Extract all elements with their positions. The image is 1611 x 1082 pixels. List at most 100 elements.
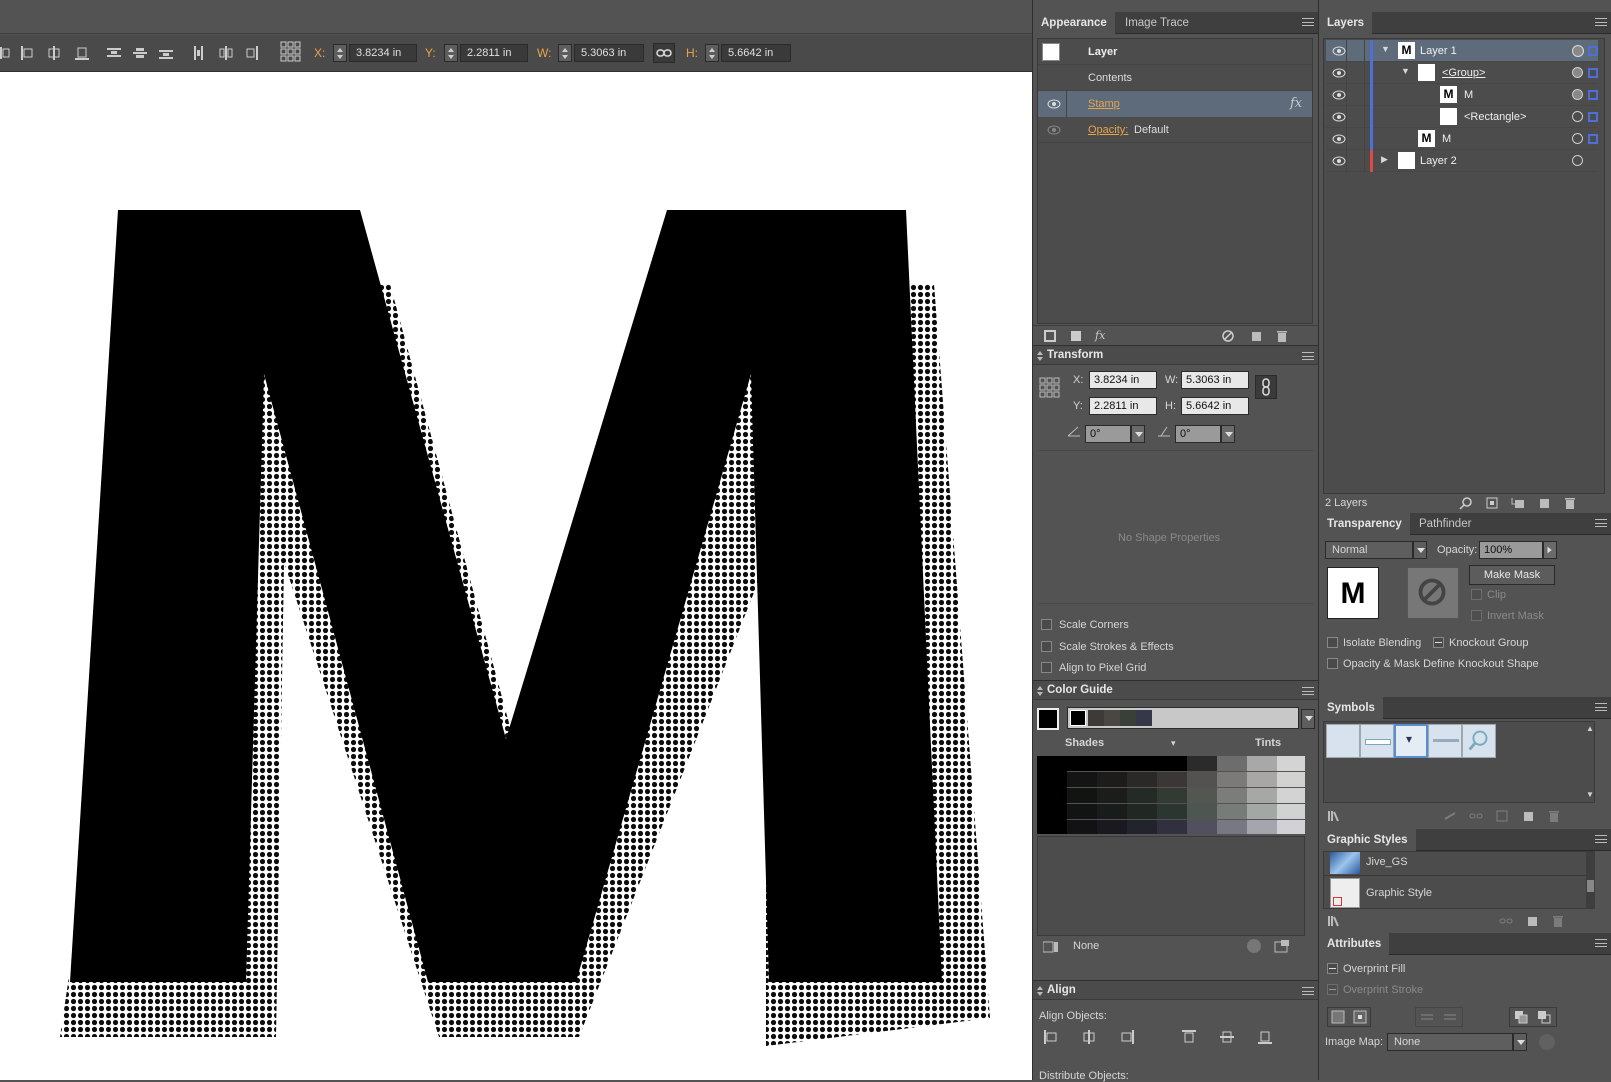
blend-mode-dropdown-arrow[interactable]: [1413, 541, 1427, 559]
symbol-thumb[interactable]: [1428, 724, 1462, 758]
visibility-eye-icon[interactable]: [1332, 112, 1346, 122]
place-symbol-icon[interactable]: [1443, 809, 1457, 823]
graphic-styles-scrollbar[interactable]: [1586, 852, 1595, 908]
evenodd-fill-icon[interactable]: [1537, 1010, 1551, 1024]
scale-strokes-checkbox[interactable]: [1041, 641, 1052, 652]
appearance-row-stamp[interactable]: Stamp fx: [1038, 91, 1312, 117]
layer-row-group[interactable]: ▼ <Group>: [1326, 62, 1598, 84]
symbol-thumb-dropdown-icon[interactable]: ▾: [1394, 724, 1428, 758]
panel-menu-icon[interactable]: [1595, 703, 1607, 711]
reference-point-icon[interactable]: [280, 41, 302, 63]
add-stroke-icon[interactable]: [1043, 329, 1057, 343]
reverse-path-direction-on-icon[interactable]: [1443, 1010, 1457, 1024]
align-vcenter-icon[interactable]: [1219, 1029, 1235, 1045]
delete-style-icon[interactable]: [1551, 914, 1565, 928]
constrain-proportions-link-icon[interactable]: [653, 43, 675, 63]
edit-colors-icon[interactable]: [1247, 939, 1261, 953]
target-circle-icon[interactable]: [1572, 89, 1583, 100]
panel-menu-icon[interactable]: [1302, 18, 1314, 26]
reference-point-icon[interactable]: [1039, 377, 1061, 399]
halftone-m-artwork[interactable]: [0, 72, 1032, 1080]
delete-symbol-icon[interactable]: [1547, 809, 1561, 823]
panel-menu-icon[interactable]: [1595, 519, 1607, 527]
invert-mask-checkbox[interactable]: [1471, 610, 1482, 621]
collapse-triangle-icon[interactable]: ▼: [1401, 66, 1410, 76]
align-hcenter-icon[interactable]: [1081, 1029, 1097, 1045]
layer-name[interactable]: <Group>: [1442, 67, 1485, 79]
y-stepper[interactable]: [444, 44, 458, 62]
color-guide-header[interactable]: Color Guide: [1033, 680, 1318, 700]
x-stepper[interactable]: [333, 44, 347, 62]
tab-transparency[interactable]: Transparency: [1319, 513, 1410, 535]
browser-icon[interactable]: [1539, 1034, 1555, 1050]
layer-row-layer-1[interactable]: ▼ M Layer 1: [1326, 40, 1598, 62]
tab-image-trace[interactable]: Image Trace: [1117, 12, 1197, 34]
transform-h-field[interactable]: 5.6642 in: [1181, 397, 1249, 415]
dont-show-center-icon[interactable]: [1331, 1010, 1345, 1024]
symbols-scrollbar[interactable]: ▲ ▼: [1586, 724, 1594, 802]
graphic-style-item[interactable]: Graphic Style: [1324, 877, 1586, 909]
tab-attributes[interactable]: Attributes: [1319, 933, 1390, 955]
layer-row-m-inner[interactable]: M M: [1326, 84, 1598, 106]
trash-icon[interactable]: [1275, 329, 1289, 343]
panel-menu-icon[interactable]: [1595, 835, 1607, 843]
clip-checkbox[interactable]: [1471, 589, 1482, 600]
new-symbol-icon[interactable]: [1521, 809, 1535, 823]
new-sublayer-icon[interactable]: [1511, 496, 1525, 510]
shear-field[interactable]: 0°: [1175, 425, 1221, 443]
align-left-edge-icon[interactable]: [1043, 1029, 1059, 1045]
layer-row-m-outer[interactable]: M M: [1326, 128, 1598, 150]
break-style-link-icon[interactable]: [1499, 914, 1513, 928]
align-top-edge-icon[interactable]: [1181, 1029, 1197, 1045]
symbol-options-icon[interactable]: [1495, 809, 1509, 823]
tab-pathfinder[interactable]: Pathfinder: [1411, 513, 1479, 535]
new-layer-icon[interactable]: [1537, 496, 1551, 510]
new-style-icon[interactable]: [1525, 914, 1539, 928]
align-left-icon[interactable]: [20, 45, 36, 61]
distribute-hcenter-icon[interactable]: [218, 45, 234, 61]
collapse-triangle-icon[interactable]: ▼: [1381, 44, 1390, 54]
panel-menu-icon[interactable]: [1595, 939, 1607, 947]
tab-appearance[interactable]: Appearance: [1033, 12, 1115, 34]
layer-name[interactable]: M: [1442, 133, 1451, 145]
visibility-eye-icon[interactable]: [1047, 125, 1061, 135]
add-fill-icon[interactable]: [1069, 329, 1083, 343]
layer-name[interactable]: M: [1464, 89, 1473, 101]
scale-corners-checkbox[interactable]: [1041, 619, 1052, 630]
overprint-fill-checkbox[interactable]: [1327, 963, 1338, 974]
constrain-proportions-link-icon[interactable]: [1255, 375, 1277, 399]
distribute-center-icon[interactable]: [132, 45, 148, 61]
style-libraries-icon[interactable]: [1327, 914, 1341, 928]
appearance-row-layer[interactable]: Layer: [1038, 39, 1312, 65]
visibility-eye-icon[interactable]: [1332, 134, 1346, 144]
rotate-dropdown-arrow[interactable]: [1131, 425, 1145, 443]
transform-y-field[interactable]: 2.2811 in: [1089, 397, 1157, 415]
distribute-bottom-icon[interactable]: [158, 45, 174, 61]
artboard-canvas[interactable]: [0, 72, 1032, 1080]
transform-x-field[interactable]: 3.8234 in: [1089, 371, 1157, 389]
clear-appearance-icon[interactable]: [1221, 329, 1235, 343]
opacity-slider-arrow-icon[interactable]: [1543, 541, 1557, 559]
panel-menu-icon[interactable]: [1302, 352, 1314, 360]
add-effect-icon[interactable]: fx: [1095, 329, 1105, 342]
w-field[interactable]: 5.3063 in: [574, 44, 644, 62]
selection-indicator-icon[interactable]: [1588, 134, 1598, 144]
target-circle-icon[interactable]: [1572, 155, 1583, 166]
visibility-eye-icon[interactable]: [1332, 90, 1346, 100]
layer-row-layer-2[interactable]: ▶ Layer 2: [1326, 150, 1598, 172]
object-thumbnail[interactable]: M: [1327, 567, 1379, 619]
nonzero-winding-fill-icon[interactable]: [1514, 1010, 1528, 1024]
image-map-dropdown-arrow[interactable]: [1513, 1033, 1527, 1051]
selection-indicator-icon[interactable]: [1588, 46, 1598, 56]
target-circle-icon[interactable]: [1572, 45, 1584, 57]
isolate-blending-checkbox[interactable]: [1327, 637, 1338, 648]
align-center-icon[interactable]: [46, 45, 62, 61]
y-field[interactable]: 2.2811 in: [460, 44, 528, 62]
harmony-rule-bar[interactable]: [1067, 707, 1299, 729]
h-stepper[interactable]: [705, 44, 719, 62]
appearance-row-opacity[interactable]: Opacity: Default: [1038, 117, 1312, 143]
w-stepper[interactable]: [558, 44, 572, 62]
appearance-row-contents[interactable]: Contents: [1038, 65, 1312, 91]
align-left-edge-icon[interactable]: [0, 45, 16, 61]
swatch-library-icon[interactable]: [1042, 941, 1059, 953]
